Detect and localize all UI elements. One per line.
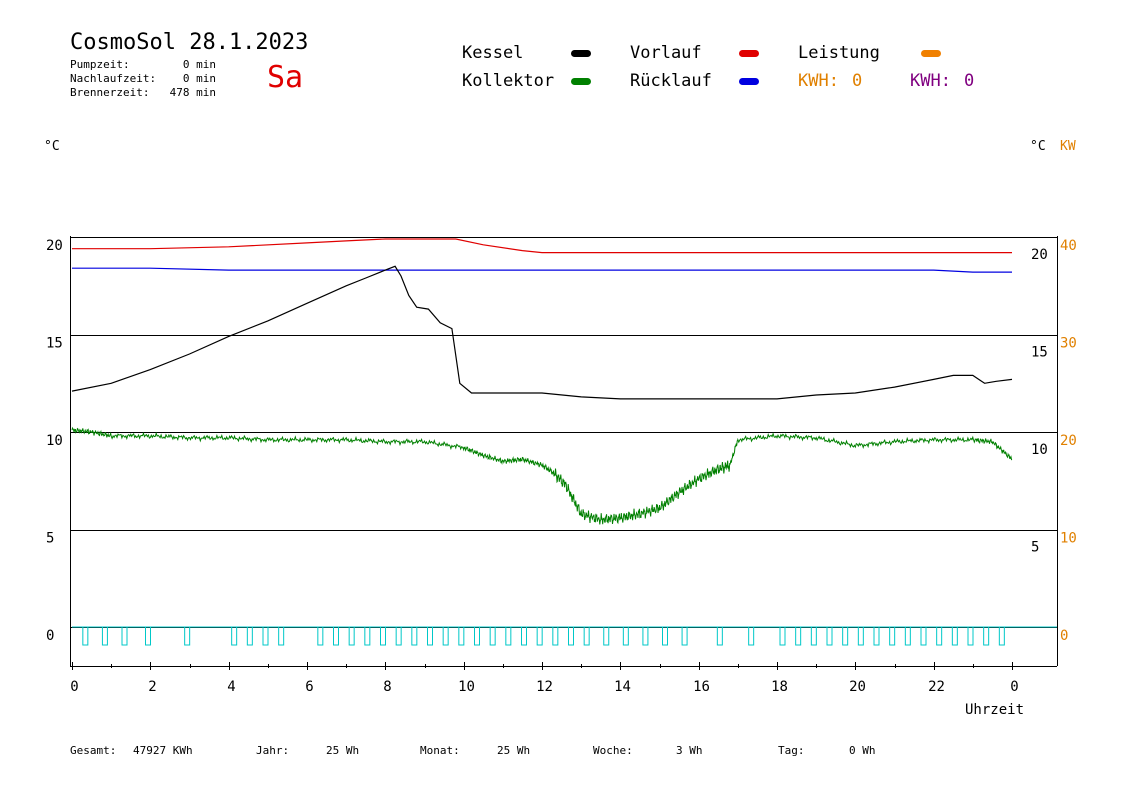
x-tick-label-7: 14 bbox=[614, 679, 631, 695]
series-leistung-pulse-24 bbox=[552, 626, 559, 646]
series-leistung-pulse-29 bbox=[642, 626, 649, 646]
series-leistung-pulse-36 bbox=[810, 626, 817, 646]
chart-axes bbox=[70, 236, 1058, 667]
x-tick-label-9: 18 bbox=[771, 679, 788, 695]
footer-tag-label: Tag: bbox=[778, 744, 805, 757]
series-leistung-pulse-19 bbox=[474, 626, 480, 646]
series-leistung-pulse-10 bbox=[333, 626, 339, 646]
series-leistung-pulse-6 bbox=[246, 626, 253, 646]
series-leistung-pulse-2 bbox=[121, 626, 128, 646]
series-leistung-pulse-18 bbox=[458, 626, 465, 646]
x-tick-label-1: 2 bbox=[148, 679, 156, 695]
series-vorlauf bbox=[72, 238, 1012, 254]
footer-tag-value: 0 Wh bbox=[849, 744, 876, 757]
y-left-label-15: 15 bbox=[46, 336, 63, 352]
x-tick-label-4: 8 bbox=[383, 679, 391, 695]
series-kessel bbox=[71, 265, 1013, 400]
series-leistung-pulse-43 bbox=[920, 626, 927, 646]
series-leistung-pulse-40 bbox=[873, 626, 880, 646]
y-kw-label-40: 40 bbox=[1060, 238, 1077, 254]
series-leistung-pulse-37 bbox=[826, 626, 833, 646]
y-kw-label-20: 20 bbox=[1060, 433, 1077, 449]
series-leistung-pulse-13 bbox=[380, 626, 386, 646]
series-leistung-pulse-3 bbox=[145, 626, 151, 646]
footer-jahr-label: Jahr: bbox=[256, 744, 290, 757]
series-leistung-pulse-4 bbox=[184, 626, 191, 646]
series-leistung-pulse-46 bbox=[967, 626, 974, 646]
series-leistung-pulse-44 bbox=[936, 626, 943, 646]
y-kw-label-30: 30 bbox=[1060, 336, 1077, 352]
series-leistung-pulse-23 bbox=[536, 626, 543, 646]
series-leistung-pulse-20 bbox=[489, 626, 496, 646]
series-leistung-pulse-27 bbox=[603, 626, 610, 646]
series-leistung-pulse-45 bbox=[951, 626, 958, 646]
x-tick-label-3: 6 bbox=[305, 679, 313, 695]
x-tick-label-5: 10 bbox=[458, 679, 475, 695]
series-leistung-pulse-25 bbox=[568, 626, 574, 646]
x-tick-label-0: 0 bbox=[70, 679, 78, 695]
series-leistung-pulse-47 bbox=[983, 626, 990, 646]
x-axis-label: Uhrzeit bbox=[965, 702, 1025, 718]
series-leistung-pulse-32 bbox=[716, 626, 723, 646]
temperature-chart: 0 2 4 6 8 10 12 14 16 18 20 22 0 0 5 10 15 20 5 10 15 20 0 10 20… bbox=[46, 236, 1077, 695]
footer-gesamt-value: 47927 KWh bbox=[133, 744, 193, 757]
series-kollektor bbox=[71, 426, 1013, 525]
series-leistung-pulse-11 bbox=[348, 626, 355, 646]
series-leistung-pulse-5 bbox=[231, 626, 238, 646]
series-leistung-pulse-42 bbox=[904, 626, 911, 646]
chart-series bbox=[71, 238, 1057, 646]
series-leistung-pulse-16 bbox=[427, 626, 433, 646]
y-left-label-10: 10 bbox=[46, 433, 63, 449]
x-tick-label-10: 20 bbox=[849, 679, 866, 695]
series-leistung-pulse-39 bbox=[857, 626, 864, 646]
series-leistung-pulse-38 bbox=[842, 626, 849, 646]
x-tick-label-8: 16 bbox=[693, 679, 710, 695]
y-kw-label-10: 10 bbox=[1060, 531, 1077, 547]
series-leistung-pulse-12 bbox=[364, 626, 371, 646]
series-leistung-pulse-34 bbox=[779, 626, 786, 646]
series-leistung-pulse-21 bbox=[505, 626, 512, 646]
series-leistung-pulse-31 bbox=[681, 626, 688, 646]
series-leistung-pulse-1 bbox=[101, 626, 108, 646]
series-leistung-pulse-33 bbox=[748, 626, 755, 646]
series-leistung-pulse-30 bbox=[662, 626, 668, 646]
footer-woche-label: Woche: bbox=[593, 744, 633, 757]
x-tick-label-6: 12 bbox=[536, 679, 553, 695]
series-leistung-pulse-17 bbox=[442, 626, 449, 646]
y-right-label-5: 5 bbox=[1031, 540, 1039, 556]
footer-woche-value: 3 Wh bbox=[676, 744, 703, 757]
series-leistung-pulse-41 bbox=[889, 626, 896, 646]
series-leistung-pulse-7 bbox=[262, 626, 269, 646]
series-leistung-pulse-48 bbox=[998, 626, 1005, 646]
chart-ticks: 0 2 4 6 8 10 12 14 16 18 20 22 0 0 5 10 15 20 5 10 15 20 0 10 20… bbox=[46, 238, 1077, 695]
footer-monat-label: Monat: bbox=[420, 744, 460, 757]
series-leistung-pulse-15 bbox=[411, 626, 418, 646]
y-left-label-0: 0 bbox=[46, 628, 54, 644]
series-leistung-pulse-0 bbox=[82, 626, 89, 646]
series-leistung-pulse-8 bbox=[278, 626, 285, 646]
series-rcklauf bbox=[72, 267, 1012, 273]
series-leistung-pulse-35 bbox=[795, 626, 802, 646]
footer-gesamt-label: Gesamt: bbox=[70, 744, 117, 757]
series-leistung-pulse-26 bbox=[583, 626, 590, 646]
y-kw-label-0: 0 bbox=[1060, 628, 1068, 644]
footer-jahr-value: 25 Wh bbox=[326, 744, 360, 757]
series-leistung-pulse-9 bbox=[317, 626, 324, 646]
y-right-label-15: 15 bbox=[1031, 345, 1048, 361]
y-right-label-20: 20 bbox=[1031, 247, 1048, 263]
y-right-label-10: 10 bbox=[1031, 442, 1048, 458]
series-leistung-pulse-22 bbox=[521, 626, 527, 646]
x-tick-label-11: 22 bbox=[928, 679, 945, 695]
footer-monat-value: 25 Wh bbox=[497, 744, 531, 757]
series-leistung-pulse-28 bbox=[622, 626, 629, 646]
series-leistung-pulse-14 bbox=[395, 626, 402, 646]
y-left-label-5: 5 bbox=[46, 531, 54, 547]
chart-grid bbox=[70, 237, 1057, 628]
x-tick-label-12: 0 bbox=[1010, 679, 1018, 695]
x-tick-label-2: 4 bbox=[227, 679, 235, 695]
y-left-label-20: 20 bbox=[46, 238, 63, 254]
